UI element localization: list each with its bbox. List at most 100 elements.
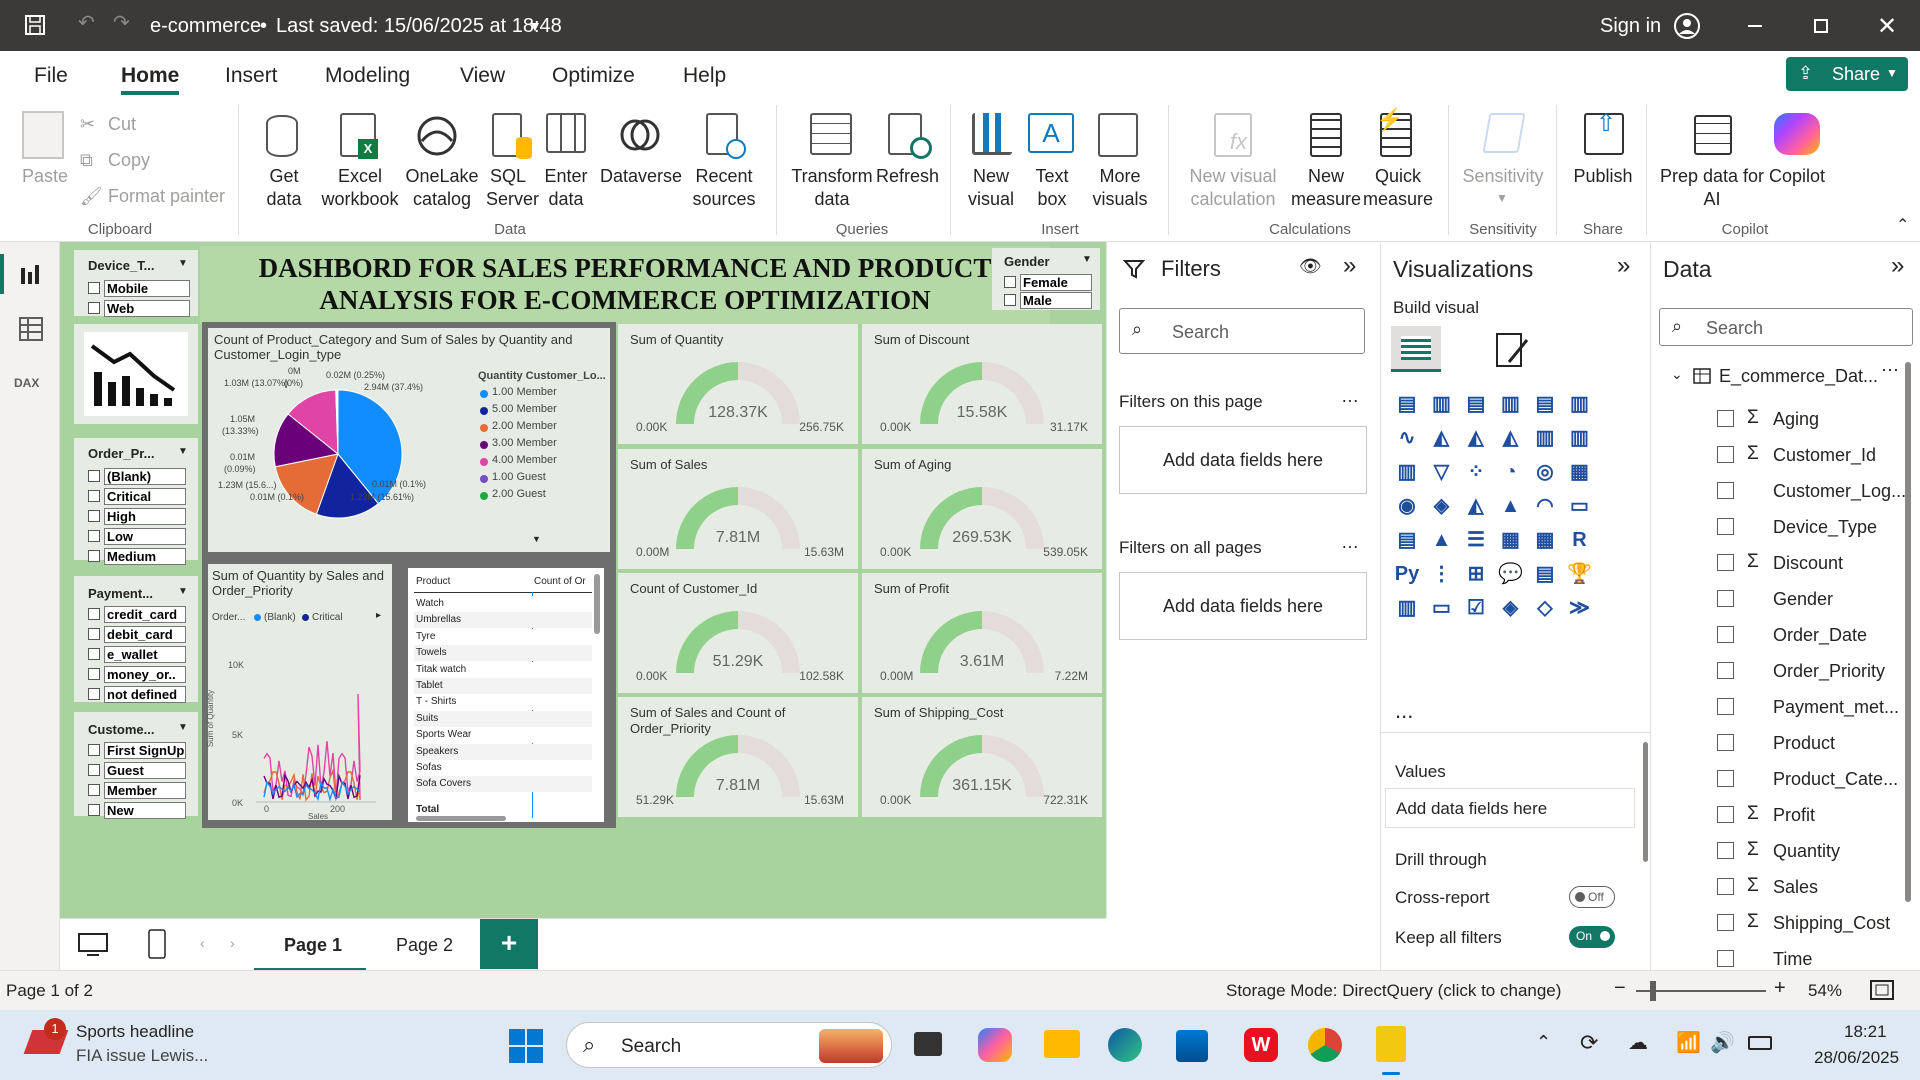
slicer-item[interactable]: not defined [104, 686, 186, 703]
menu-optimize[interactable]: Optimize [552, 64, 635, 88]
data-field[interactable]: Product [1651, 730, 1901, 760]
gender-slicer[interactable]: Gender ▼ Female Male [992, 248, 1100, 310]
windows-start-icon[interactable] [508, 1028, 544, 1064]
pie-chart-visual[interactable]: Count of Product_Category and Sum of Sal… [208, 328, 610, 552]
slicer-item[interactable]: High [104, 508, 186, 525]
table-row[interactable]: Titak watch [414, 661, 592, 678]
checkbox[interactable] [1717, 626, 1734, 643]
format-painter-button[interactable]: Format painter [108, 185, 225, 208]
paginated-visual-icon[interactable]: ▥ [1393, 594, 1421, 622]
storage-mode[interactable]: Storage Mode: DirectQuery (click to chan… [1226, 981, 1561, 1001]
chevron-up-icon[interactable]: ⌃ [1536, 1032, 1551, 1053]
checkbox[interactable] [88, 550, 100, 562]
clock-time[interactable]: 18:21 [1844, 1022, 1887, 1042]
refresh-button[interactable]: Refresh [876, 165, 939, 188]
slicer-item[interactable]: New [104, 802, 186, 819]
more-visuals-ellipsis[interactable]: ... [1395, 698, 1413, 724]
chevron-down-icon[interactable]: ▼ [178, 258, 188, 269]
checkbox[interactable] [1004, 276, 1016, 288]
data-field[interactable]: Order_Priority [1651, 658, 1901, 688]
data-field[interactable]: Order_Date [1651, 622, 1901, 652]
zoom-slider-thumb[interactable] [1650, 981, 1656, 1001]
checkbox[interactable] [1717, 770, 1734, 787]
copilot-button[interactable]: Copilot [1766, 165, 1828, 188]
table-row[interactable]: Speakers [414, 743, 592, 760]
arcgis-map-visual-icon[interactable]: ▲ [1497, 492, 1525, 520]
chevron-down-icon[interactable]: ▼ [528, 18, 542, 34]
text-box-button[interactable]: Text box [1030, 165, 1074, 211]
report-view-icon[interactable] [18, 262, 42, 286]
checkbox[interactable] [88, 530, 100, 542]
table-row[interactable]: Watch [414, 596, 592, 612]
legend-next-icon[interactable]: ▸ [376, 610, 381, 621]
viz-scrollbar[interactable] [1643, 742, 1648, 862]
checkbox[interactable] [88, 608, 100, 620]
data-table-name[interactable]: E_commerce_Dat... [1719, 366, 1878, 387]
data-field[interactable]: Σ Profit [1651, 802, 1901, 832]
cloud-offline-icon[interactable]: ☁ [1628, 1030, 1648, 1055]
copy-button[interactable]: Copy [108, 149, 150, 172]
checkbox[interactable] [88, 282, 100, 294]
copilot-app-icon[interactable] [978, 1028, 1012, 1062]
data-field[interactable]: Σ Aging [1651, 406, 1901, 436]
page-filter-drop-zone[interactable]: Add data fields here [1119, 426, 1367, 494]
clustered-bar-visual-icon[interactable]: ▤ [1462, 390, 1490, 418]
new-visual-calculation-button[interactable]: New visual calculation [1186, 165, 1280, 211]
table-view-icon[interactable] [18, 316, 44, 342]
checkbox[interactable] [1717, 446, 1734, 463]
scatter-visual-icon[interactable]: ⁘ [1462, 458, 1490, 486]
filters-search-input[interactable]: ⌕ Search [1119, 308, 1365, 354]
data-field[interactable]: Product_Cate... [1651, 766, 1901, 796]
gauge-visual[interactable]: Sum of Aging 269.53K 0.00K 539.05K [862, 449, 1102, 569]
data-field[interactable]: Σ Shipping_Cost [1651, 910, 1901, 940]
zoom-level[interactable]: 54% [1808, 981, 1842, 1001]
checkbox[interactable] [88, 648, 100, 660]
power-apps-visual-icon[interactable]: ◈ [1497, 594, 1525, 622]
line-chart-visual[interactable]: Sum of Quantity by Sales and Order_Prior… [206, 564, 392, 821]
chevron-down-icon[interactable]: ▼ [1082, 254, 1092, 265]
slicer-item[interactable]: (Blank) [104, 468, 186, 485]
wifi-icon[interactable]: 📶 [1676, 1030, 1701, 1055]
collapse-ribbon-icon[interactable]: ⌃ [1896, 215, 1909, 235]
checkbox[interactable] [88, 764, 100, 776]
last-saved[interactable]: Last saved: 15/06/2025 at 18:48 [276, 15, 562, 38]
slicer-item[interactable]: credit_card [104, 606, 186, 623]
data-field[interactable]: Σ Quantity [1651, 838, 1901, 868]
python-visual-visual-icon[interactable]: Py [1393, 560, 1421, 588]
metrics-visual-icon[interactable]: 🏆 [1566, 560, 1594, 588]
funnel-visual-icon[interactable]: ▽ [1428, 458, 1456, 486]
paste-button[interactable]: Paste [22, 165, 68, 188]
slicer-item[interactable]: Mobile [104, 280, 190, 297]
more-options-icon[interactable]: ⋯ [1881, 360, 1899, 381]
prep-data-button[interactable]: Prep data for AI [1656, 165, 1768, 211]
table-row[interactable]: Sports Wear [414, 727, 592, 744]
data-search-input[interactable]: ⌕ Search [1659, 308, 1913, 346]
chevron-down-icon[interactable]: ▼ [178, 722, 188, 733]
gauge-visual-icon[interactable]: ◠ [1531, 492, 1559, 520]
checkbox[interactable] [1717, 878, 1734, 895]
menu-view[interactable]: View [460, 64, 505, 88]
battery-icon[interactable] [1748, 1036, 1772, 1050]
slicer-item[interactable]: Male [1020, 292, 1092, 309]
slicer-item[interactable]: Female [1020, 274, 1092, 291]
checkbox[interactable] [88, 490, 100, 502]
checkbox[interactable] [1717, 482, 1734, 499]
slicer-item[interactable]: Web [104, 300, 190, 317]
checkbox[interactable] [88, 744, 100, 756]
table-row[interactable]: Tablet [414, 678, 592, 694]
table-row[interactable]: Sofas [414, 760, 592, 776]
slicer-item[interactable]: money_or.. [104, 666, 186, 683]
narrative-visual-icon[interactable]: ▤ [1531, 560, 1559, 588]
data-field[interactable]: Σ Customer_Id [1651, 442, 1901, 472]
onelake-catalog-button[interactable]: OneLake catalog [400, 165, 484, 211]
mobile-layout-icon[interactable] [148, 929, 166, 959]
zoom-in-icon[interactable]: + [1774, 977, 1786, 1000]
volume-icon[interactable]: 🔊 [1710, 1030, 1735, 1055]
stacked-area-visual-icon[interactable]: ◭ [1462, 424, 1490, 452]
slicer-item[interactable]: Medium [104, 548, 186, 565]
decomposition-tree-visual-icon[interactable]: ⊞ [1462, 560, 1490, 588]
table-row[interactable]: Suits [414, 710, 592, 727]
menu-file[interactable]: File [34, 64, 68, 88]
share-button[interactable]: ⇪ Share ▼ [1786, 57, 1908, 91]
store-icon[interactable] [1176, 1030, 1208, 1062]
